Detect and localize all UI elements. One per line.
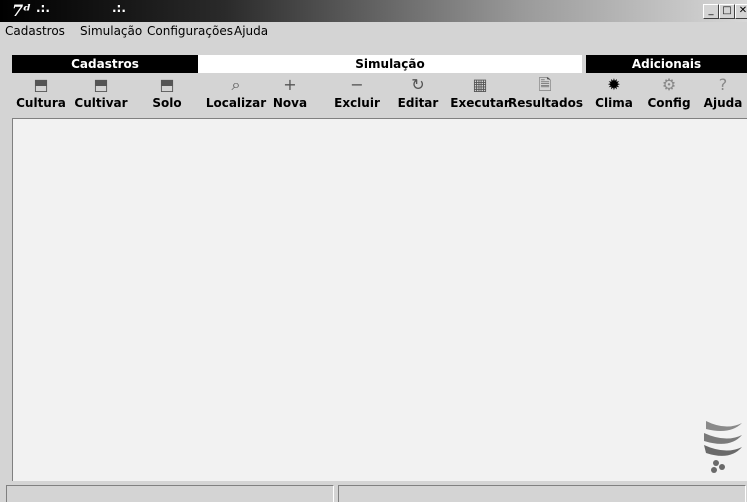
resultados-label: Resultados [508,96,583,110]
refresh-icon: ↻ [411,75,425,94]
cultura-label: Cultura [16,96,66,110]
clima-label: Clima [595,96,633,110]
excluir-button[interactable]: − Excluir [328,74,386,118]
config-icon: ⚙ [661,75,677,94]
nova-button[interactable]: + Nova [268,74,312,118]
document-check-icon: 🗎 [538,75,552,94]
cultivar-button[interactable]: ⬒ Cultivar [70,74,132,118]
close-button[interactable]: ✕ [735,4,747,19]
window-title: .:. [36,1,50,15]
menu-ajuda[interactable]: Ajuda [234,24,268,38]
plus-icon: + [283,75,297,94]
config-label: Config [647,96,691,110]
excluir-label: Excluir [334,96,380,110]
minus-icon: − [350,75,364,94]
executar-button[interactable]: ▦ Executar [450,74,510,118]
solo-label: Solo [152,96,182,110]
ajuda-button[interactable]: ? Ajuda [700,74,746,118]
menu-bar: Cadastros Simulação Configurações Ajuda [0,22,747,40]
nova-label: Nova [272,96,308,110]
localizar-label: Localizar [205,96,267,110]
toolbar: ⬒ Cultura ⬒ Cultivar ⬒ Solo ⌕ Localizar … [0,74,747,118]
executar-label: Executar [450,96,510,110]
solo-button[interactable]: ⬒ Solo [142,74,192,118]
menu-configuracoes[interactable]: Configurações [147,24,233,38]
maximize-button[interactable]: □ [719,4,735,19]
app-logo [704,421,742,473]
app-icon[interactable]: 7ᵈ [12,1,31,20]
menu-cadastros[interactable]: Cadastros [5,24,65,38]
localizar-button[interactable]: ⌕ Localizar [200,74,272,118]
cultura-button[interactable]: ⬒ Cultura [14,74,68,118]
cultivar-label: Cultivar [74,96,128,110]
clima-button[interactable]: ✹ Clima [590,74,638,118]
status-panel-right [338,485,746,502]
section-adicionais: Adicionais [586,55,747,73]
help-icon: ? [718,75,728,94]
status-bar [0,482,747,502]
window-title-suffix: .:. [112,1,126,15]
title-bar[interactable]: 7ᵈ .:. .:. _ □ ✕ [0,0,747,22]
app-window: 7ᵈ .:. .:. _ □ ✕ Cadastros Simulação Con… [0,0,747,502]
ajuda-label: Ajuda [703,96,743,110]
config-button[interactable]: ⚙ Config [642,74,696,118]
editar-label: Editar [397,96,439,110]
image-icon: ⬒ [33,75,49,94]
section-simulacao: Simulação [198,55,582,73]
run-icon: ▦ [472,75,488,94]
editar-button[interactable]: ↻ Editar [392,74,444,118]
gear-icon: ✹ [607,75,621,94]
image-icon: ⬒ [159,75,175,94]
resultados-button[interactable]: 🗎 Resultados [508,74,583,118]
menu-simulacao[interactable]: Simulação [80,24,142,38]
image-icon: ⬒ [93,75,109,94]
minimize-button[interactable]: _ [703,4,719,19]
workspace-area[interactable] [12,118,747,481]
status-panel-left [6,485,334,502]
section-cadastros: Cadastros [12,55,198,73]
search-icon: ⌕ [231,75,241,94]
